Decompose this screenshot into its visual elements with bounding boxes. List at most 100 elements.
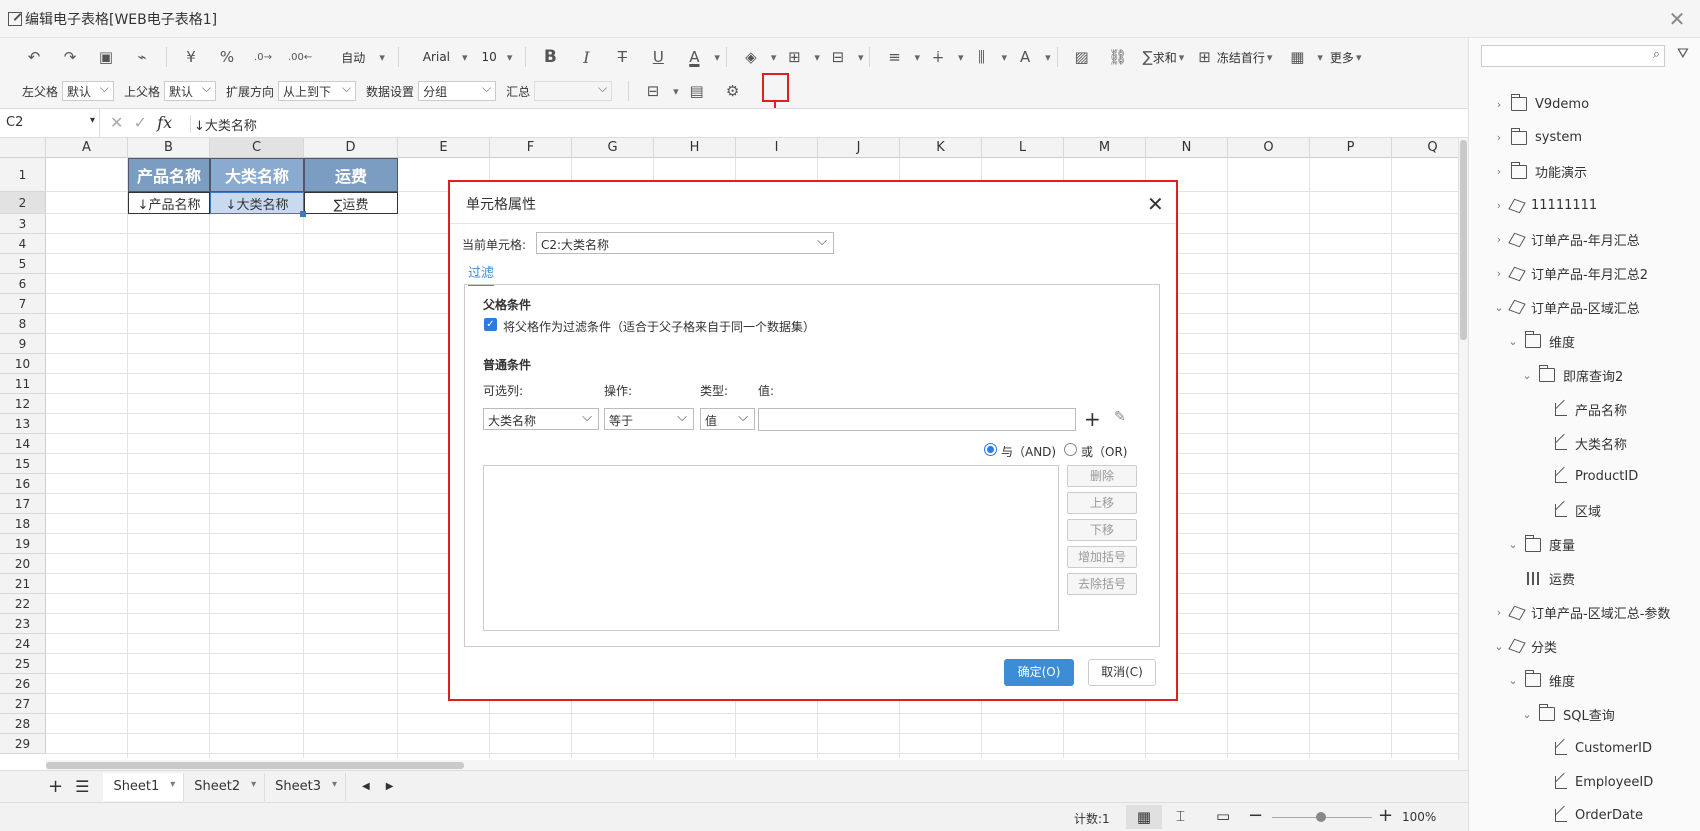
- row-header[interactable]: 10: [0, 354, 46, 374]
- row-header[interactable]: 24: [0, 634, 46, 654]
- row-header[interactable]: 18: [0, 514, 46, 534]
- font-size-dropdown[interactable]: 10 ▾: [482, 45, 513, 69]
- tree-item[interactable]: ⌄ 订单产品-区域汇总: [1493, 296, 1640, 318]
- tree-item[interactable]: OrderDate: [1549, 805, 1643, 827]
- data-cell[interactable]: ↓大类名称: [210, 192, 304, 214]
- sheet-list-icon[interactable]: ☰: [75, 777, 89, 796]
- more-button[interactable]: 更多 ▾: [1330, 45, 1362, 69]
- link-icon[interactable]: ⛓: [1107, 45, 1129, 69]
- tree-toggle-icon[interactable]: ⌄: [1493, 640, 1505, 653]
- dataset-search-input[interactable]: ⌕: [1481, 45, 1665, 67]
- formula-input[interactable]: ↓大类名称: [190, 115, 257, 134]
- tree-toggle-icon[interactable]: ⌄: [1521, 369, 1533, 382]
- row-header[interactable]: 3: [0, 214, 46, 234]
- tree-item[interactable]: › 订单产品-年月汇总: [1493, 229, 1640, 251]
- type-select[interactable]: 值: [700, 408, 755, 430]
- tab-filter[interactable]: 过滤: [468, 262, 495, 286]
- percent-icon[interactable]: %: [216, 45, 238, 69]
- tree-toggle-icon[interactable]: ⌄: [1507, 674, 1519, 687]
- row-header[interactable]: 16: [0, 474, 46, 494]
- column-header[interactable]: C: [210, 138, 304, 158]
- zoom-out-icon[interactable]: −: [1248, 805, 1263, 826]
- row-header[interactable]: 6: [0, 274, 46, 294]
- tree-toggle-icon[interactable]: ⌄: [1507, 335, 1519, 348]
- column-header[interactable]: D: [304, 138, 398, 158]
- format-painter-icon[interactable]: ⌁: [131, 45, 153, 69]
- merge-cells-icon[interactable]: ⊟: [827, 45, 849, 69]
- row-header[interactable]: 21: [0, 574, 46, 594]
- row-header[interactable]: 14: [0, 434, 46, 454]
- header-cell[interactable]: 产品名称: [128, 158, 210, 192]
- row-header[interactable]: 28: [0, 714, 46, 734]
- tree-item[interactable]: 运费: [1521, 568, 1575, 590]
- text-rotate-icon[interactable]: A: [1014, 45, 1036, 69]
- tree-item[interactable]: ⌄ SQL查询: [1521, 703, 1615, 725]
- row-header[interactable]: 17: [0, 494, 46, 514]
- font-color-icon[interactable]: A: [683, 45, 705, 69]
- move-up-button[interactable]: 上移: [1067, 492, 1137, 514]
- number-format-dropdown[interactable]: 自动 ▾: [341, 45, 385, 69]
- tree-toggle-icon[interactable]: ›: [1493, 98, 1505, 111]
- tree-toggle-icon[interactable]: ›: [1493, 131, 1505, 144]
- tree-item[interactable]: ⌄ 维度: [1507, 330, 1575, 352]
- horizontal-scrollbar[interactable]: [46, 760, 1468, 770]
- column-header[interactable]: B: [128, 138, 210, 158]
- header-cell[interactable]: 运费: [304, 158, 398, 192]
- tree-item[interactable]: ProductID: [1549, 466, 1638, 488]
- row-header[interactable]: 5: [0, 254, 46, 274]
- row-header[interactable]: 13: [0, 414, 46, 434]
- bold-icon[interactable]: B: [539, 45, 561, 69]
- row-header[interactable]: 2: [0, 192, 46, 214]
- top-parent-select[interactable]: 默认: [164, 81, 217, 101]
- row-header[interactable]: 4: [0, 234, 46, 254]
- zoom-slider-thumb[interactable]: [1316, 812, 1326, 822]
- decrease-decimal-icon[interactable]: .00←: [288, 45, 312, 69]
- current-cell-select[interactable]: C2:大类名称: [536, 232, 834, 254]
- cancel-icon[interactable]: ✕: [110, 113, 123, 132]
- condition-list[interactable]: [483, 465, 1059, 631]
- tree-item[interactable]: › 订单产品-区域汇总-参数: [1493, 602, 1670, 624]
- image-icon[interactable]: ▨: [1071, 45, 1093, 69]
- row-header[interactable]: 8: [0, 314, 46, 334]
- page-layout-view-icon[interactable]: ▭: [1216, 807, 1230, 825]
- row-header[interactable]: 12: [0, 394, 46, 414]
- column-header[interactable]: J: [818, 138, 900, 158]
- sheet-tab-1[interactable]: Sheet1: [103, 772, 185, 801]
- tree-toggle-icon[interactable]: ›: [1493, 233, 1505, 246]
- column-header[interactable]: Q: [1392, 138, 1458, 158]
- increase-decimal-icon[interactable]: .0→: [252, 45, 274, 69]
- value-input[interactable]: [758, 408, 1076, 431]
- tree-item[interactable]: ⌄ 分类: [1493, 635, 1557, 657]
- summary-select[interactable]: [534, 81, 613, 101]
- underline-icon[interactable]: U: [647, 45, 669, 69]
- expand-direction-select[interactable]: 从上到下: [278, 81, 357, 101]
- normal-view-icon[interactable]: ▦: [1126, 805, 1162, 829]
- left-parent-select[interactable]: 默认: [62, 81, 115, 101]
- column-header[interactable]: G: [572, 138, 654, 158]
- row-header[interactable]: 29: [0, 734, 46, 754]
- search-icon[interactable]: ⌕: [1653, 47, 1660, 62]
- filter-icon[interactable]: ⛛: [1677, 46, 1689, 62]
- grid-corner[interactable]: [0, 138, 46, 158]
- sheet-tab-2[interactable]: Sheet2: [184, 772, 266, 801]
- tree-toggle-icon[interactable]: ⌄: [1507, 538, 1519, 551]
- tree-item[interactable]: 大类名称: [1549, 432, 1627, 454]
- row-header[interactable]: 23: [0, 614, 46, 634]
- or-radio[interactable]: [1064, 443, 1077, 456]
- vertical-scrollbar[interactable]: [1458, 138, 1468, 760]
- horizontal-scroll-thumb[interactable]: [46, 762, 464, 769]
- row-header[interactable]: 7: [0, 294, 46, 314]
- column-header[interactable]: E: [398, 138, 490, 158]
- tree-toggle-icon[interactable]: ⌄: [1521, 708, 1533, 721]
- column-header[interactable]: L: [982, 138, 1064, 158]
- italic-icon[interactable]: I: [575, 45, 597, 69]
- undo-icon[interactable]: ↶: [23, 45, 45, 69]
- add-sheet-icon[interactable]: +: [48, 776, 63, 797]
- fill-color-icon[interactable]: ◈: [740, 45, 762, 69]
- tree-item[interactable]: › 功能演示: [1493, 161, 1587, 183]
- row-header[interactable]: 26: [0, 674, 46, 694]
- page-break-view-icon[interactable]: ⌶: [1176, 807, 1185, 825]
- tree-item[interactable]: 区域: [1549, 500, 1601, 522]
- fx-icon[interactable]: fx: [157, 113, 172, 132]
- row-header[interactable]: 9: [0, 334, 46, 354]
